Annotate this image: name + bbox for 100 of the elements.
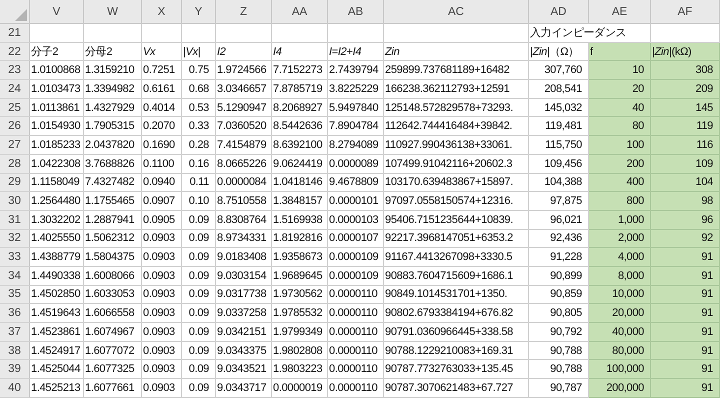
table-cell: 400	[589, 174, 651, 192]
row-header[interactable]: 35	[0, 286, 30, 304]
table-cell: 119	[651, 117, 720, 136]
column-header[interactable]: AD	[529, 0, 589, 24]
table-cell: 90802.6793384194+676.82	[384, 304, 529, 323]
table-cell: 0.0000109	[328, 266, 384, 286]
row-header[interactable]: 24	[0, 80, 30, 99]
column-header[interactable]: X	[142, 0, 182, 24]
table-cell: 0.0903	[142, 379, 182, 398]
table-cell: 7.0360520	[216, 117, 272, 136]
table-cell: 800	[589, 192, 651, 211]
row-header[interactable]: 22	[0, 42, 30, 62]
row-header[interactable]: 28	[0, 154, 30, 174]
select-all-corner[interactable]	[0, 0, 30, 24]
row-header[interactable]: 40	[0, 379, 30, 398]
table-cell: 0.28	[182, 136, 216, 155]
table-cell: 入力インピーダンス	[529, 24, 651, 43]
table-cell: 110927.990436138+33061.	[384, 136, 529, 155]
table-cell: 307,760	[529, 61, 589, 80]
table-cell: 1.4490338	[30, 266, 84, 286]
table-cell: 7.4154879	[216, 136, 272, 155]
table-cell: 0.0000107	[328, 230, 384, 248]
table-cell: 100	[589, 136, 651, 155]
row-header[interactable]: 34	[0, 266, 30, 286]
table-cell: 1.3032202	[30, 210, 84, 230]
column-header[interactable]: AE	[589, 0, 651, 24]
table-cell: 91	[651, 342, 720, 360]
table-cell	[30, 24, 84, 43]
table-cell: 1.9689645	[272, 266, 328, 286]
column-header[interactable]: Z	[216, 0, 272, 24]
table-header-cell: I4	[272, 42, 328, 62]
table-cell: 9.0183408	[216, 248, 272, 267]
table-cell: 90883.7604715609+1686.1	[384, 266, 529, 286]
table-cell: 5.1290947	[216, 98, 272, 118]
table-cell: 0.0000084	[216, 174, 272, 192]
table-cell: 1.7905315	[84, 117, 142, 136]
table-cell: 91167.4413267098+3330.5	[384, 248, 529, 267]
table-cell	[84, 24, 142, 43]
table-cell: 1.6033053	[84, 286, 142, 304]
row-header[interactable]: 27	[0, 136, 30, 155]
column-header[interactable]: W	[84, 0, 142, 24]
row-header[interactable]: 39	[0, 360, 30, 380]
table-cell: 3.8225229	[328, 80, 384, 99]
table-cell: 0.1100	[142, 154, 182, 174]
table-cell: 4,000	[589, 248, 651, 267]
table-cell: 0.0000110	[328, 360, 384, 380]
column-header[interactable]: AC	[384, 0, 529, 24]
row-header[interactable]: 37	[0, 323, 30, 342]
table-cell	[272, 24, 328, 43]
table-cell: 8.9734331	[216, 230, 272, 248]
table-header-cell: Vx	[142, 42, 182, 62]
row-header[interactable]: 23	[0, 61, 30, 80]
table-cell: 8,000	[589, 266, 651, 286]
table-cell: 9.0337258	[216, 304, 272, 323]
column-header[interactable]: AA	[272, 0, 328, 24]
table-cell: 8.6392100	[272, 136, 328, 155]
table-cell: 1.6074967	[84, 323, 142, 342]
table-cell: 1.3848157	[272, 192, 328, 211]
table-cell: 1.0185233	[30, 136, 84, 155]
table-cell: 91	[651, 304, 720, 323]
row-header[interactable]: 36	[0, 304, 30, 323]
row-header[interactable]: 25	[0, 98, 30, 118]
table-cell: 1.4525213	[30, 379, 84, 398]
table-cell: 259899.737681189+16482	[384, 61, 529, 80]
row-header[interactable]: 32	[0, 230, 30, 248]
table-cell: 9.0303154	[216, 266, 272, 286]
row-header[interactable]: 29	[0, 174, 30, 192]
column-header[interactable]: V	[30, 0, 84, 24]
row-header[interactable]: 38	[0, 342, 30, 360]
table-cell: 119,481	[529, 117, 589, 136]
column-header[interactable]: AF	[651, 0, 720, 24]
table-cell: 91	[651, 248, 720, 267]
table-cell: 96	[651, 210, 720, 230]
table-cell: 0.11	[182, 174, 216, 192]
table-cell: 1.9802808	[272, 342, 328, 360]
row-header[interactable]: 30	[0, 192, 30, 211]
table-cell: 0.0000110	[328, 304, 384, 323]
table-cell: 8.0665226	[216, 154, 272, 174]
row-header[interactable]: 21	[0, 24, 30, 43]
table-cell: 200	[589, 154, 651, 174]
table-cell: 1.5804375	[84, 248, 142, 267]
table-cell: 90,788	[529, 360, 589, 380]
table-cell: 0.09	[182, 379, 216, 398]
table-cell: 90,859	[529, 286, 589, 304]
table-header-cell: I2	[216, 42, 272, 62]
table-cell: 1.4388779	[30, 248, 84, 267]
table-cell: 9.0343375	[216, 342, 272, 360]
select-all-corner-icon[interactable]	[15, 9, 27, 21]
table-cell: 125148.572829578+73293.	[384, 98, 529, 118]
table-cell: 0.09	[182, 323, 216, 342]
row-header[interactable]: 33	[0, 248, 30, 267]
column-header[interactable]: AB	[328, 0, 384, 24]
row-header[interactable]: 31	[0, 210, 30, 230]
row-header[interactable]: 26	[0, 117, 30, 136]
table-cell: 91	[651, 286, 720, 304]
column-header[interactable]: Y	[182, 0, 216, 24]
table-cell: 91	[651, 266, 720, 286]
table-cell: 2,000	[589, 230, 651, 248]
table-cell: 1.4524917	[30, 342, 84, 360]
table-cell: 9.0624419	[272, 154, 328, 174]
